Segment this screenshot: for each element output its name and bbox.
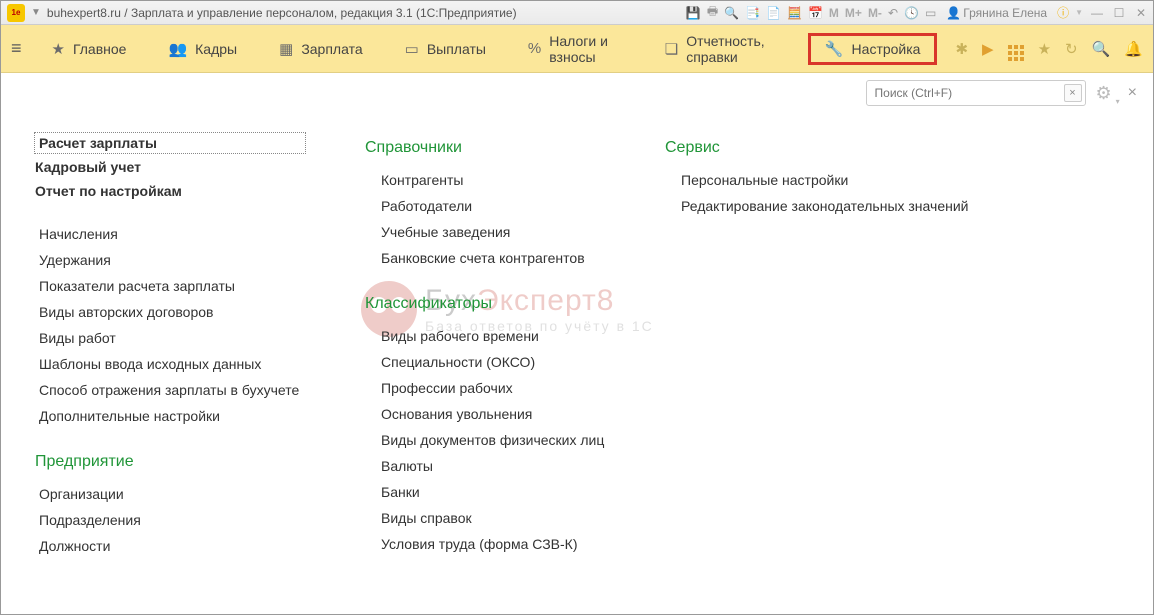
- link-settings-report[interactable]: Отчет по настройкам: [35, 179, 305, 203]
- column-1: Расчет зарплаты Кадровый учет Отчет по н…: [35, 133, 305, 559]
- link-organizations[interactable]: Организации: [35, 481, 305, 507]
- report-icon: ❏: [665, 40, 678, 58]
- nav-reports[interactable]: ❏ Отчетность, справки: [653, 27, 790, 71]
- link-schools[interactable]: Учебные заведения: [365, 219, 605, 245]
- hamburger-icon[interactable]: ≡: [11, 38, 22, 59]
- memory-m[interactable]: M: [829, 6, 839, 20]
- maximize-button[interactable]: ☐: [1111, 6, 1127, 20]
- nav-salary[interactable]: ▦ Зарплата: [267, 34, 375, 64]
- nav-right-icons: ✱ ▶ ★ ↻ 🔍 🔔: [955, 36, 1143, 61]
- link-input-templates[interactable]: Шаблоны ввода исходных данных: [35, 351, 305, 377]
- content-scroll-area[interactable]: Расчет зарплаты Кадровый учет Отчет по н…: [5, 113, 1149, 606]
- group-references[interactable]: Справочники: [365, 139, 605, 157]
- link-currencies[interactable]: Валюты: [365, 453, 605, 479]
- window-titlebar: 1e ▼ buhexpert8.ru / Зарплата и управлен…: [1, 1, 1153, 25]
- nav-label: Кадры: [195, 41, 237, 57]
- history-icon[interactable]: ↻: [1065, 40, 1078, 58]
- window-title: buhexpert8.ru / Зарплата и управление пе…: [47, 6, 517, 20]
- column-3: Сервис Персональные настройки Редактиров…: [665, 133, 968, 219]
- star-icon: ★: [52, 40, 65, 58]
- link-additional-settings[interactable]: Дополнительные настройки: [35, 403, 305, 429]
- link-positions[interactable]: Должности: [35, 533, 305, 559]
- search-input[interactable]: [866, 80, 1086, 106]
- link-salary-calc[interactable]: Расчет зарплаты: [35, 133, 305, 153]
- nav-label: Зарплата: [301, 41, 362, 57]
- nav-label: Настройка: [852, 41, 921, 57]
- link-accruals[interactable]: Начисления: [35, 221, 305, 247]
- link-indicators[interactable]: Показатели расчета зарплаты: [35, 273, 305, 299]
- link-employers[interactable]: Работодатели: [365, 193, 605, 219]
- user-name: Грянина Елена: [963, 6, 1047, 20]
- clock-icon[interactable]: 🕓: [904, 6, 919, 20]
- print-icon[interactable]: 🖶: [707, 2, 718, 23]
- people-icon: 👥: [168, 40, 187, 58]
- link-work-types[interactable]: Виды работ: [35, 325, 305, 351]
- help-icon[interactable]: ⓘ: [1057, 4, 1069, 21]
- bell-icon[interactable]: 🔔: [1124, 40, 1143, 58]
- calendar-icon[interactable]: 📅: [808, 6, 823, 20]
- link-personal-settings[interactable]: Персональные настройки: [665, 167, 968, 193]
- group-service[interactable]: Сервис: [665, 139, 968, 157]
- link-accounting-reflection[interactable]: Способ отражения зарплаты в бухучете: [35, 377, 305, 403]
- memory-m-minus[interactable]: M-: [868, 6, 882, 20]
- link-labor-conditions[interactable]: Условия труда (форма СЗВ-К): [365, 531, 605, 557]
- link-specialties[interactable]: Специальности (ОКСО): [365, 349, 605, 375]
- link-worktime-types[interactable]: Виды рабочего времени: [365, 323, 605, 349]
- sub-toolbar: × ⚙ ×: [1, 73, 1153, 113]
- column-2: Справочники Контрагенты Работодатели Уче…: [365, 133, 605, 557]
- app-logo-icon: 1e: [7, 4, 25, 22]
- help-dropdown-icon[interactable]: ▼: [1075, 8, 1083, 17]
- nav-label: Налоги и взносы: [549, 33, 622, 65]
- link-edit-legislative[interactable]: Редактирование законодательных значений: [665, 193, 968, 219]
- nav-label: Выплаты: [427, 41, 486, 57]
- arrow-right-icon[interactable]: ▶: [982, 40, 994, 58]
- link-personnel-acc[interactable]: Кадровый учет: [35, 155, 305, 179]
- memory-m-plus[interactable]: M+: [845, 6, 862, 20]
- document-icon[interactable]: 📄: [766, 6, 781, 20]
- nav-main[interactable]: ★ Главное: [40, 34, 139, 64]
- nav-taxes[interactable]: % Налоги и взносы: [516, 27, 635, 71]
- link-person-doc-types[interactable]: Виды документов физических лиц: [365, 427, 605, 453]
- save-icon[interactable]: 💾: [686, 6, 701, 20]
- back-icon[interactable]: ↶: [888, 6, 898, 20]
- apps-grid-icon[interactable]: [1008, 36, 1024, 61]
- nav-settings[interactable]: 🔧 Настройка: [808, 33, 938, 65]
- link-dismissal-grounds[interactable]: Основания увольнения: [365, 401, 605, 427]
- preview-icon[interactable]: 🔍: [724, 6, 739, 20]
- nav-label: Отчетность, справки: [686, 33, 778, 65]
- page-settings-icon[interactable]: ⚙: [1096, 83, 1112, 104]
- group-enterprise[interactable]: Предприятие: [35, 453, 305, 471]
- titlebar-toolbar: 💾 🖶 🔍 📑 📄 🧮 📅 M M+ M- ↶ 🕓 ▭ 👤 Грянина Ел…: [686, 2, 1153, 23]
- link-departments[interactable]: Подразделения: [35, 507, 305, 533]
- link-bank-accounts[interactable]: Банковские счета контрагентов: [365, 245, 605, 271]
- table-icon: ▦: [279, 40, 293, 58]
- nav-personnel[interactable]: 👥 Кадры: [156, 34, 249, 64]
- link-contractors[interactable]: Контрагенты: [365, 167, 605, 193]
- link-worker-professions[interactable]: Профессии рабочих: [365, 375, 605, 401]
- minimize-button[interactable]: —: [1089, 6, 1105, 20]
- close-button[interactable]: ✕: [1133, 6, 1149, 20]
- link-author-contracts[interactable]: Виды авторских договоров: [35, 299, 305, 325]
- calculator-icon[interactable]: 🧮: [787, 6, 802, 20]
- main-navigation: ≡ ★ Главное 👥 Кадры ▦ Зарплата ▭ Выплаты % На…: [1, 25, 1153, 73]
- wrench-icon: 🔧: [825, 40, 844, 58]
- group-classifiers[interactable]: Классификаторы: [365, 295, 605, 313]
- user-badge[interactable]: 👤 Грянина Елена: [946, 6, 1047, 20]
- percent-icon: %: [528, 40, 541, 57]
- link-banks[interactable]: Банки: [365, 479, 605, 505]
- page-close-button[interactable]: ×: [1128, 84, 1137, 102]
- wallet-icon: ▭: [405, 40, 419, 58]
- favorite-star-icon[interactable]: ★: [1038, 40, 1051, 58]
- search-clear-button[interactable]: ×: [1064, 84, 1082, 102]
- window-list-icon[interactable]: ▭: [925, 6, 936, 20]
- nav-payments[interactable]: ▭ Выплаты: [393, 34, 498, 64]
- search-icon[interactable]: 🔍: [1092, 40, 1111, 58]
- link-deductions[interactable]: Удержания: [35, 247, 305, 273]
- nav-label: Главное: [73, 41, 127, 57]
- gear-icon[interactable]: ✱: [955, 40, 968, 58]
- search-wrapper: ×: [866, 80, 1086, 106]
- compare-icon[interactable]: 📑: [745, 6, 760, 20]
- app-menu-dropdown-icon[interactable]: ▼: [31, 7, 41, 18]
- link-cert-types[interactable]: Виды справок: [365, 505, 605, 531]
